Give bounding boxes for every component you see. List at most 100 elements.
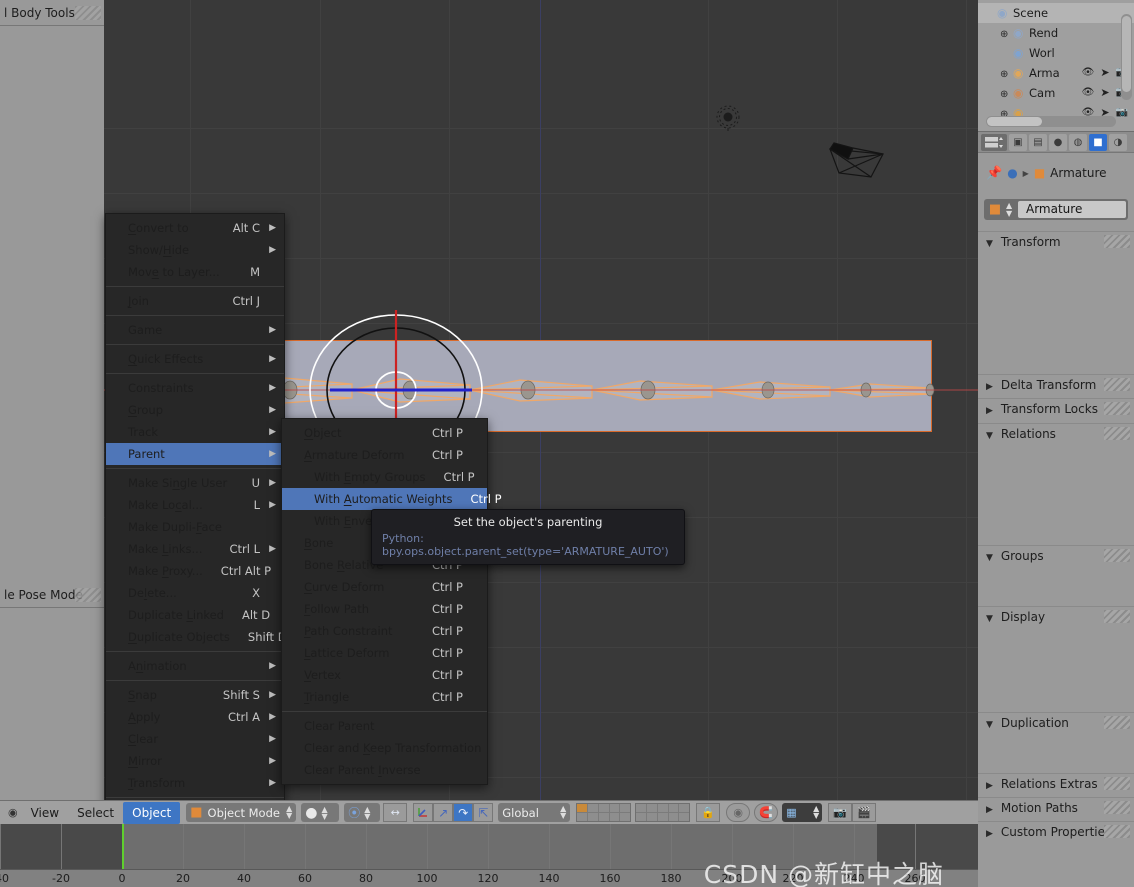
menu-item-curve-deform[interactable]: Curve Deform Ctrl P <box>282 576 487 598</box>
menu-item-mirror[interactable]: Mirror ▶ <box>106 750 284 772</box>
menu-item-delete[interactable]: Delete... X <box>106 582 284 604</box>
menu-item-group[interactable]: Group ▶ <box>106 399 284 421</box>
updown-arrows-icon-mode[interactable]: ▲ ▼ <box>286 805 292 820</box>
cursor-arrow-icon[interactable]: ➤ <box>1100 63 1109 83</box>
menu-item-lattice-deform[interactable]: Lattice Deform Ctrl P <box>282 642 487 664</box>
menu-item-duplicate-objects[interactable]: Duplicate Objects Shift D <box>106 626 287 648</box>
scene-layers-grid-1[interactable] <box>576 803 632 822</box>
panel-transform-locks-header[interactable]: ▶ Transform Locks <box>978 398 1134 418</box>
menu-object[interactable]: Object <box>123 801 181 824</box>
lock-scene-button[interactable]: 🔒 <box>696 803 721 822</box>
object-name-field[interactable]: Armature <box>1018 201 1126 218</box>
camera-object-icon[interactable] <box>826 135 892 183</box>
translate-manipulator-button[interactable] <box>413 803 434 822</box>
menu-item-vertex[interactable]: Vertex Ctrl P <box>282 664 487 686</box>
outliner[interactable]: ◉Scene⊕◉Rend◉Worl⊕◉Arma👁➤📷⊕◉Cam👁➤📷⊕◉👁➤📷 <box>978 0 1134 131</box>
object-id-block[interactable]: ■ ▲ ▼ Armature <box>984 199 1128 220</box>
menu-item-show-hide[interactable]: Show/Hide ▶ <box>106 239 284 261</box>
menu-item-triangle[interactable]: Triangle Ctrl P <box>282 686 487 708</box>
updown-arrows-icon-pivot[interactable]: ▲ ▼ <box>364 805 370 820</box>
menu-item-make-dupli-face[interactable]: Make Dupli-Face <box>106 516 284 538</box>
outliner-row[interactable]: ⊕ ◉ Arma <box>978 63 1060 83</box>
viewport-header[interactable]: ◉ View Select Object ■ Object Mode ▲ ▼ ● … <box>0 800 978 824</box>
menu-item-parent[interactable]: Parent ▶ <box>106 443 284 465</box>
menu-item-move-to-layer[interactable]: Move to Layer... M <box>106 261 284 283</box>
outliner-row[interactable]: ⊕ ◉ Rend <box>978 23 1058 43</box>
menu-item-clear-parent-inverse[interactable]: Clear Parent Inverse <box>282 759 487 781</box>
eye-icon[interactable]: 👁 <box>1082 63 1095 83</box>
updown-arrows-icon-shading[interactable]: ▲ ▼ <box>321 805 327 820</box>
menu-item-make-links[interactable]: Make Links... Ctrl L ▶ <box>106 538 284 560</box>
panel-motion-paths-header[interactable]: ▶ Motion Paths <box>978 797 1134 817</box>
outliner-row[interactable]: ◉ Scene <box>978 3 1048 23</box>
menu-item-snap[interactable]: Snap Shift S ▶ <box>106 684 284 706</box>
menu-item-track[interactable]: Track ▶ <box>106 421 284 443</box>
properties-tab-bar[interactable]: ▣ ▤ ● ◍ ■ ◑ <box>978 131 1134 153</box>
menu-item-apply[interactable]: Apply Ctrl A ▶ <box>106 706 284 728</box>
world-scene-tab[interactable]: ● <box>1049 133 1067 151</box>
expand-plus-icon[interactable]: ⊕ <box>1000 65 1013 85</box>
timeline-playhead[interactable] <box>122 824 124 869</box>
expand-plus-icon[interactable]: ⊕ <box>1000 25 1013 45</box>
object-tab[interactable]: ■ <box>1089 133 1107 151</box>
menu-item-transform[interactable]: Transform ▶ <box>106 772 284 794</box>
menu-item-follow-path[interactable]: Follow Path Ctrl P <box>282 598 487 620</box>
menu-select[interactable]: Select <box>68 802 123 824</box>
constraints-tab[interactable]: ◑ <box>1109 133 1127 151</box>
scale-manipulator-button[interactable]: ⇱ <box>473 803 494 822</box>
panel-transform-header[interactable]: ▼ Transform <box>978 231 1134 251</box>
menu-item-with-automatic-weights[interactable]: With Automatic Weights Ctrl P <box>282 488 502 510</box>
tool-shelf[interactable] <box>0 0 104 800</box>
menu-item-clear-and-keep-transformation[interactable]: Clear and Keep Transformation <box>282 737 487 759</box>
menu-item-join[interactable]: Join Ctrl J <box>106 290 284 312</box>
scene-layers-grid-2[interactable] <box>635 803 691 822</box>
parent-submenu[interactable]: Object Ctrl P Armature Deform Ctrl P With Em… <box>281 418 502 785</box>
menu-view[interactable]: View <box>22 802 68 824</box>
lamp-object-icon[interactable] <box>712 102 744 132</box>
menu-item-make-local[interactable]: Make Local... L ▶ <box>106 494 284 516</box>
expand-plus-icon[interactable]: ⊕ <box>1000 85 1013 105</box>
world-tab[interactable]: ◍ <box>1069 133 1087 151</box>
pin-icon[interactable]: 📌 <box>986 166 1002 181</box>
menu-item-game[interactable]: Game ▶ <box>106 319 284 341</box>
menu-item-make-proxy[interactable]: Make Proxy... Ctrl Alt P <box>106 560 284 582</box>
mode-selector[interactable]: ■ Object Mode ▲ ▼ <box>186 803 297 822</box>
outliner-horizontal-scrollbar[interactable] <box>986 116 1116 127</box>
render-tab[interactable]: ▣ <box>1009 133 1027 151</box>
cursor-arrow-icon[interactable]: ➤ <box>1100 83 1109 103</box>
outliner-row[interactable]: ⊕ ◉ Cam <box>978 83 1055 103</box>
panel-relations-header[interactable]: ▼ Relations <box>978 423 1134 443</box>
updown-arrows-icon-snap[interactable]: ▲ ▼ <box>813 805 819 820</box>
viewport-shading-selector[interactable]: ● ▲ ▼ <box>301 803 340 822</box>
menu-item-convert-to[interactable]: Convert to Alt C ▶ <box>106 217 284 239</box>
scene-tab[interactable]: ▤ <box>1029 133 1047 151</box>
timeline-ruler[interactable]: -40 -20 0 20 40 60 80 100 120 140 160 180 200 220 240 2… <box>0 869 978 887</box>
menu-item-clear[interactable]: Clear ▶ <box>106 728 284 750</box>
panel-delta-transform-header[interactable]: ▶ Delta Transform <box>978 374 1134 394</box>
proportional-edit-button[interactable]: ◉ <box>726 803 751 822</box>
object-menu[interactable]: Convert to Alt C ▶ Show/Hide ▶ Move to Layer.… <box>105 213 287 871</box>
outliner-vertical-scrollbar[interactable] <box>1121 14 1132 100</box>
rotate-manipulator-button[interactable]: ↷ <box>453 803 474 822</box>
snap-target-selector[interactable]: ▦ ▲ ▼ <box>782 803 823 822</box>
properties-toolbox-icon[interactable] <box>981 133 1007 151</box>
menu-item-with-empty-groups[interactable]: With Empty Groups Ctrl P <box>282 466 487 488</box>
menu-item-object[interactable]: Object Ctrl P <box>282 422 487 444</box>
panel-custom-properties-header[interactable]: ▶ Custom Properties <box>978 821 1134 841</box>
updown-arrows-icon-orientation[interactable]: ▲ ▼ <box>560 805 566 820</box>
menu-item-constraints[interactable]: Constraints ▶ <box>106 377 284 399</box>
manipulator-toggle-button[interactable]: ↔ <box>383 803 408 822</box>
timeline-editor[interactable]: -40 -20 0 20 40 60 80 100 120 140 160 180 200 220 240 2… <box>0 824 978 887</box>
panel-relations-extras-header[interactable]: ▶ Relations Extras <box>978 773 1134 793</box>
outliner-row[interactable]: ◉ Worl <box>978 43 1055 63</box>
menu-item-clear-parent[interactable]: Clear Parent <box>282 715 487 737</box>
pivot-point-selector[interactable]: ⦿ ▲ ▼ <box>344 803 381 822</box>
panel-duplication-header[interactable]: ▼ Duplication <box>978 712 1134 732</box>
snap-magnet-button[interactable]: 🧲 <box>754 803 779 822</box>
menu-item-make-single-user[interactable]: Make Single User U ▶ <box>106 472 284 494</box>
menu-item-path-constraint[interactable]: Path Constraint Ctrl P <box>282 620 487 642</box>
menu-item-armature-deform[interactable]: Armature Deform Ctrl P <box>282 444 487 466</box>
panel-groups-header[interactable]: ▼ Groups <box>978 545 1134 565</box>
menu-item-animation[interactable]: Animation ▶ <box>106 655 284 677</box>
id-browse-arrows-icon[interactable]: ▲ ▼ <box>1006 201 1016 218</box>
